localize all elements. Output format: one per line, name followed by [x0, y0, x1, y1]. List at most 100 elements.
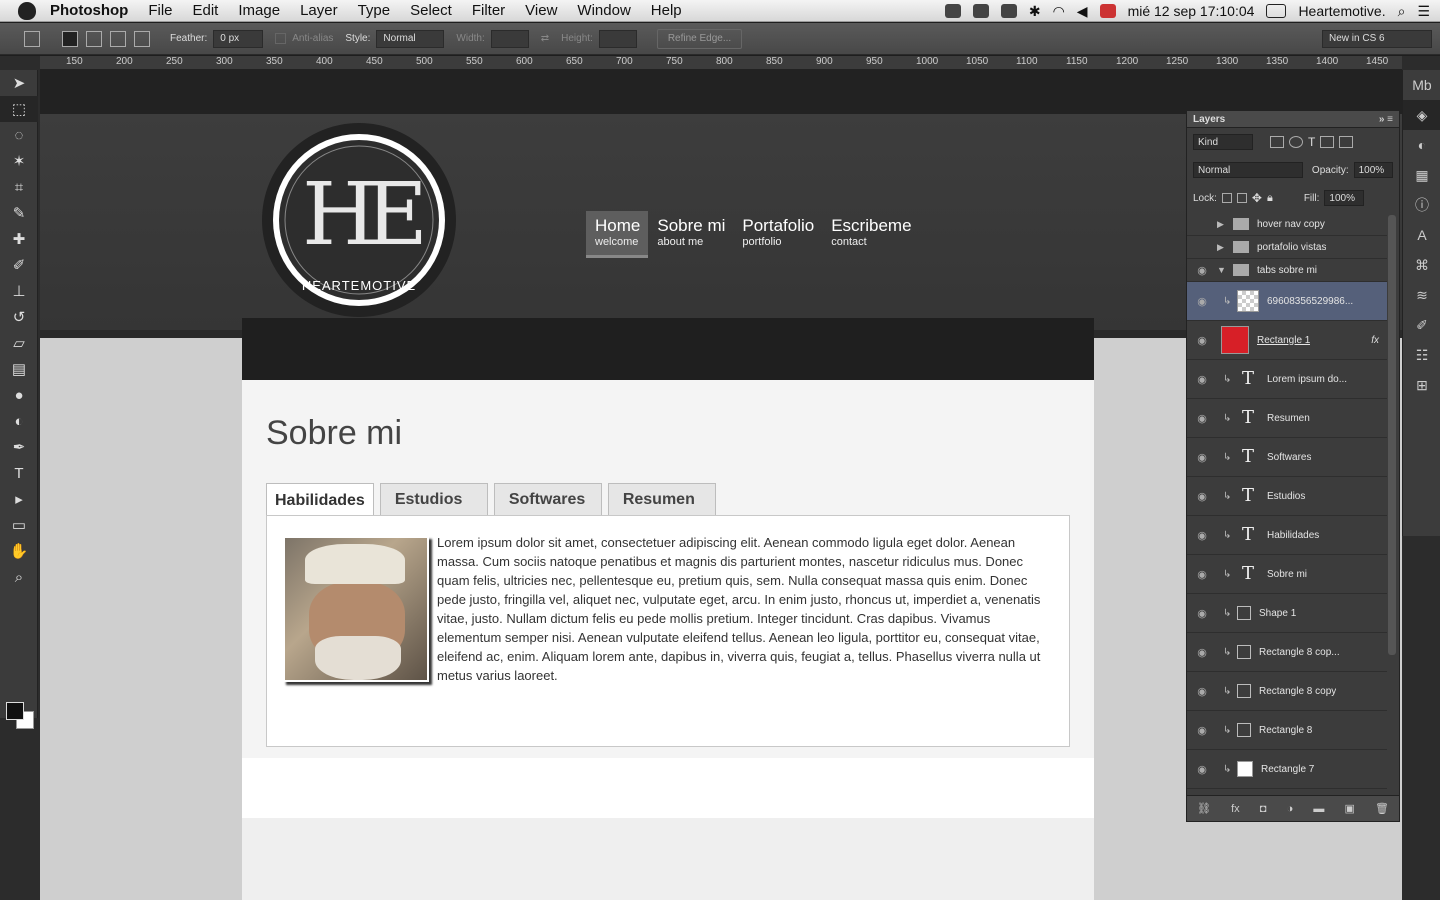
zoom-tool-icon[interactable]: ⌕	[0, 564, 38, 590]
collapse-icon[interactable]: ▼	[1217, 265, 1229, 275]
brush-tool-icon[interactable]: ✐	[0, 252, 38, 278]
apple-icon[interactable]	[18, 1, 36, 20]
nav-portafolio[interactable]: Portafolio portfolio	[733, 211, 822, 255]
layer-row[interactable]: ◉ ↳ T Softwares	[1187, 438, 1387, 477]
paths-icon[interactable]: ⌘	[1403, 250, 1440, 280]
layer-row[interactable]: ◉ ↳ Rectangle 8 cop...	[1187, 633, 1387, 672]
layer-row[interactable]: ◉ ↳ Rectangle 8	[1187, 711, 1387, 750]
layer-row[interactable]: ◉ ↳ T Habilidades	[1187, 516, 1387, 555]
layer-row[interactable]: ◉ ▼ tabs sobre mi	[1187, 259, 1387, 282]
tab-habilidades[interactable]: Habilidades	[266, 483, 374, 517]
visibility-toggle[interactable]: ●	[1187, 241, 1217, 253]
layer-row[interactable]: ◉ ↳ Rectangle 7	[1187, 750, 1387, 789]
menu-select[interactable]: Select	[410, 2, 452, 19]
dropbox-icon[interactable]	[944, 4, 961, 18]
hand-tool-icon[interactable]: ✋	[0, 538, 38, 564]
eye-icon[interactable]: ◉	[1187, 490, 1217, 503]
fx-icon[interactable]: fx	[1231, 803, 1240, 815]
menu-app-name[interactable]: Photoshop	[50, 2, 128, 19]
layers-dock-icon[interactable]: ◈	[1403, 100, 1440, 130]
pen-tool-icon[interactable]: ✒	[0, 434, 38, 460]
input-source-flag-icon[interactable]	[1099, 4, 1116, 18]
spotlight-icon[interactable]: ⌕	[1398, 3, 1406, 20]
visibility-toggle[interactable]: ●	[1187, 218, 1217, 230]
blend-mode-select[interactable]: Normal	[1193, 162, 1303, 178]
feather-input[interactable]: 0 px	[213, 29, 264, 48]
clock[interactable]: mié 12 sep 17:10:04	[1128, 3, 1255, 19]
eye-icon[interactable]: ◉	[1187, 607, 1217, 620]
bluetooth-icon[interactable]: ✱	[1029, 3, 1041, 20]
menu-file[interactable]: File	[148, 2, 172, 19]
history-brush-tool-icon[interactable]: ↺	[0, 304, 38, 330]
refine-edge-button[interactable]: Refine Edge...	[656, 28, 743, 49]
eye-icon[interactable]: ◉	[1187, 334, 1217, 347]
styles-icon[interactable]: ▦	[1403, 160, 1440, 190]
new-layer-icon[interactable]: ▣	[1344, 802, 1354, 815]
tab-estudios[interactable]: Estudios	[379, 483, 488, 516]
battery-icon[interactable]	[1266, 4, 1287, 18]
expand-icon[interactable]: ▶	[1217, 242, 1229, 253]
link-layers-icon[interactable]: ⛓	[1197, 802, 1211, 815]
lock-transparent-icon[interactable]	[1221, 193, 1232, 203]
move-tool-icon[interactable]: ➤	[0, 70, 38, 96]
layer-row[interactable]: ◉ Rectangle 1 fx	[1187, 321, 1387, 360]
tab-softwares[interactable]: Softwares	[493, 483, 602, 516]
lock-pixels-icon[interactable]	[1236, 193, 1247, 203]
width-input[interactable]	[490, 29, 529, 48]
blur-tool-icon[interactable]: ●	[0, 382, 38, 408]
eye-icon[interactable]: ◉	[1187, 451, 1217, 464]
timeline-icon[interactable]: ⊞	[1403, 370, 1440, 400]
expand-icon[interactable]: ▶	[1217, 219, 1229, 230]
notification-center-icon[interactable]: ☰	[1417, 3, 1430, 20]
new-selection-icon[interactable]	[62, 30, 78, 47]
menu-edit[interactable]: Edit	[193, 2, 219, 19]
eye-icon[interactable]: ◉	[1187, 568, 1217, 581]
time-machine-icon[interactable]	[1000, 4, 1017, 18]
type-tool-icon[interactable]: T	[0, 460, 38, 486]
kind-filter-select[interactable]: Kind	[1193, 134, 1253, 150]
character-icon[interactable]: A	[1403, 220, 1440, 250]
opacity-input[interactable]: 100%	[1353, 162, 1393, 178]
eraser-tool-icon[interactable]: ▱	[0, 330, 38, 356]
nav-sobre-mi[interactable]: Sobre mi about me	[648, 211, 733, 255]
smart-object-filter-icon[interactable]	[1339, 136, 1354, 148]
eyedropper-tool-icon[interactable]: ✎	[0, 200, 38, 226]
eye-icon[interactable]: ◉	[1187, 646, 1217, 659]
add-selection-icon[interactable]	[86, 30, 102, 47]
menu-view[interactable]: View	[525, 2, 557, 19]
volume-icon[interactable]: ◀	[1077, 3, 1088, 20]
clone-stamp-tool-icon[interactable]: ⊥	[0, 278, 38, 304]
intersect-selection-icon[interactable]	[134, 30, 150, 47]
nav-escribeme[interactable]: Escribeme contact	[822, 211, 919, 255]
fx-icon[interactable]: fx	[1371, 335, 1379, 346]
eye-icon[interactable]: ◉	[1187, 763, 1217, 776]
brush-presets-icon[interactable]: ✐	[1403, 310, 1440, 340]
swap-icon[interactable]: ⇄	[541, 33, 549, 44]
fill-input[interactable]: 100%	[1324, 190, 1365, 206]
truck-icon[interactable]	[972, 4, 989, 18]
layers-scrollbar[interactable]	[1388, 215, 1396, 655]
eye-icon[interactable]: ◉	[1187, 373, 1217, 386]
adjustments-icon[interactable]: ◐	[1403, 130, 1440, 160]
workspace-select[interactable]: New in CS 6	[1322, 29, 1432, 48]
eye-icon[interactable]: ◉	[1187, 295, 1217, 308]
eye-icon[interactable]: ◉	[1187, 412, 1217, 425]
marquee-preset-icon[interactable]	[24, 30, 40, 47]
new-group-icon[interactable]: ▬	[1313, 803, 1324, 815]
eye-icon[interactable]: ◉	[1187, 685, 1217, 698]
add-mask-icon[interactable]: ◘	[1260, 803, 1267, 815]
lock-all-icon[interactable]: 🔒︎	[1267, 192, 1273, 205]
menu-type[interactable]: Type	[358, 2, 391, 19]
layers-panel-title[interactable]: Layers	[1193, 114, 1225, 125]
layer-row[interactable]: ◉ ↳ T Estudios	[1187, 477, 1387, 516]
path-selection-tool-icon[interactable]: ▸	[0, 486, 38, 512]
lasso-tool-icon[interactable]: ◌	[0, 122, 38, 148]
layer-row[interactable]: ◉ ↳ Shape 1	[1187, 594, 1387, 633]
pixel-filter-icon[interactable]	[1270, 136, 1284, 148]
layer-row[interactable]: ● ▶ portafolio vistas	[1187, 236, 1387, 259]
eye-icon[interactable]: ◉	[1187, 264, 1217, 277]
lock-position-icon[interactable]: ✥	[1252, 191, 1262, 205]
layer-row[interactable]: ◉ ↳ T Resumen	[1187, 399, 1387, 438]
antialias-checkbox[interactable]	[275, 33, 287, 44]
panel-collapse-icon[interactable]: » ≡	[1379, 114, 1393, 125]
